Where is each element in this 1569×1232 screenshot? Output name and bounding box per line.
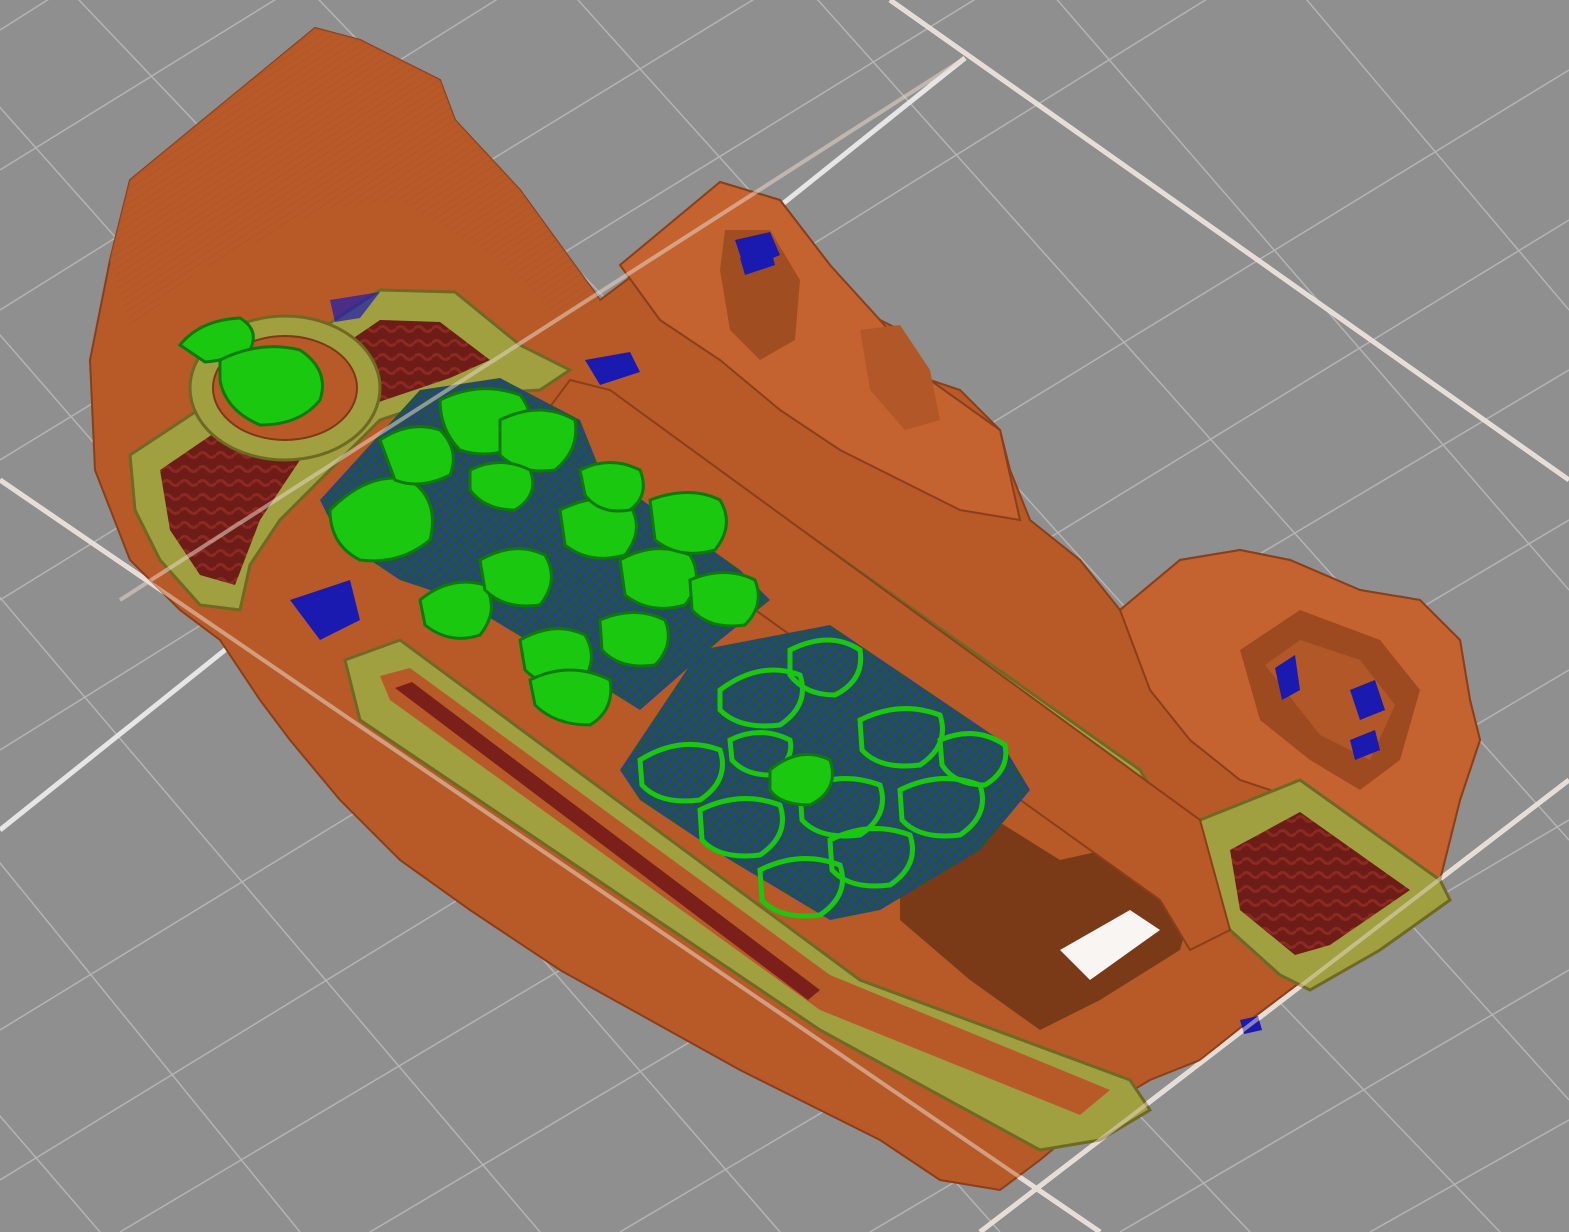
preview-canvas[interactable] (0, 0, 1569, 1232)
3d-preview-viewport[interactable] (0, 0, 1569, 1232)
